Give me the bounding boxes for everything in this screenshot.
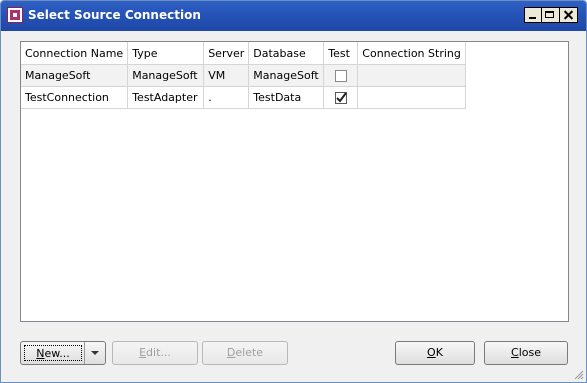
ok-button-mnemonic: O [427,346,436,359]
delete-button[interactable]: Delete [202,341,288,365]
close-button-label: lose [518,346,541,359]
window-controls [524,7,578,23]
column-header-test[interactable]: Test [323,42,359,65]
edit-button-mnemonic: E [139,346,147,359]
cell-server[interactable]: VM [203,64,250,87]
cell-database[interactable]: TestData [248,86,325,109]
edit-button[interactable]: Edit... [112,341,198,365]
table-row[interactable]: TestConnection TestAdapter . TestData [21,86,466,109]
new-button[interactable]: New... [20,341,106,365]
app-icon [7,7,23,23]
ok-button[interactable]: OK [395,341,475,365]
cell-server[interactable]: . [203,86,250,109]
cell-connection-name[interactable]: ManageSoft [21,64,129,87]
cell-test[interactable] [323,64,359,87]
connections-table: Connection Name Type Server Database Tes… [21,42,466,109]
connections-grid[interactable]: Connection Name Type Server Database Tes… [20,41,569,322]
cell-test[interactable] [323,86,359,109]
cell-type[interactable]: TestAdapter [127,86,205,109]
column-header-connection-string[interactable]: Connection String [357,42,466,65]
minimize-icon[interactable] [524,7,542,23]
cell-connection-string[interactable] [357,86,466,109]
title-bar[interactable]: Select Source Connection [1,1,586,31]
chevron-down-icon[interactable] [84,342,105,364]
test-checkbox[interactable] [334,70,347,82]
test-checkbox[interactable] [334,92,347,104]
edit-button-label: dit... [146,346,171,359]
header-row: Connection Name Type Server Database Tes… [21,42,466,65]
close-button-mnemonic: C [511,346,519,359]
delete-button-label: elete [235,346,264,359]
column-header-database[interactable]: Database [248,42,325,65]
table-row[interactable]: ManageSoft ManageSoft VM ManageSoft [21,64,466,87]
new-button-label: New... [24,345,82,361]
cell-database[interactable]: ManageSoft [248,64,325,87]
close-button[interactable]: Close [484,341,568,365]
cell-connection-string[interactable] [357,64,466,87]
cell-type[interactable]: ManageSoft [127,64,205,87]
window-title: Select Source Connection [28,8,201,22]
select-source-connection-dialog: Select Source Connection Connection Name… [0,0,587,383]
column-header-server[interactable]: Server [203,42,250,65]
cell-connection-name[interactable]: TestConnection [21,86,129,109]
close-icon[interactable] [560,7,578,23]
resize-grip-icon[interactable] [572,368,584,380]
ok-button-label: K [435,346,443,359]
column-header-connection-name[interactable]: Connection Name [21,42,129,65]
maximize-icon[interactable] [542,7,560,23]
column-header-type[interactable]: Type [127,42,205,65]
